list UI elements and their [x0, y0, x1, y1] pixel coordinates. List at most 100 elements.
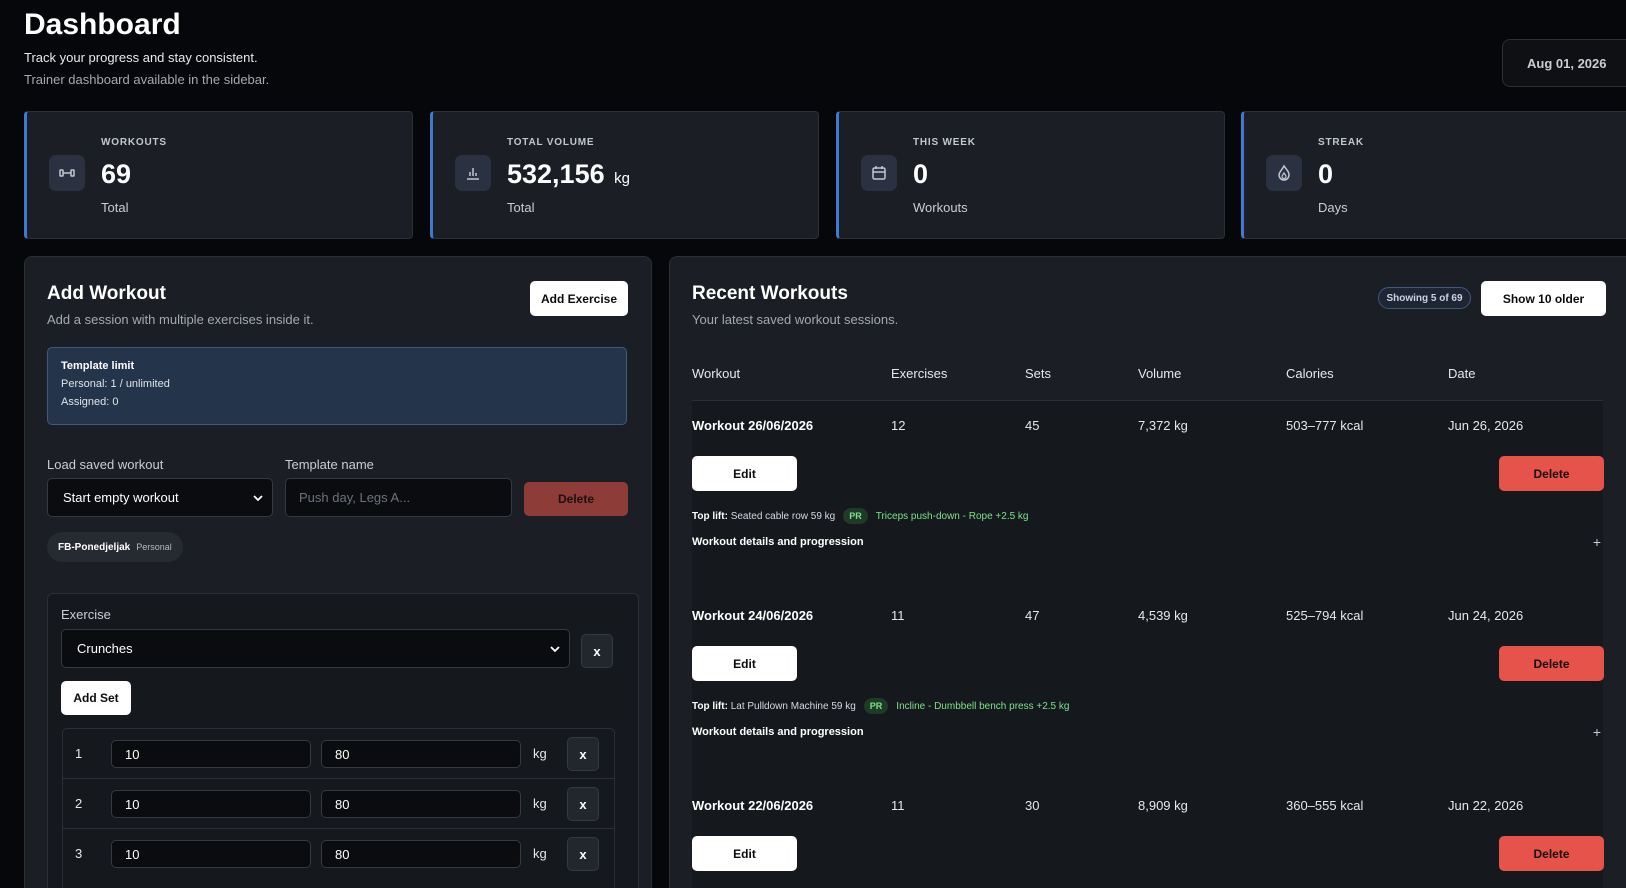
stat-label: THIS WEEK	[913, 137, 976, 148]
page-title: Dashboard	[24, 8, 181, 41]
remove-set-button[interactable]: x	[567, 787, 599, 821]
recent-workouts-title: Recent Workouts	[692, 283, 848, 304]
workout-name: Workout 22/06/2026	[692, 798, 814, 813]
workout-details-toggle[interactable]: Workout details and progression	[692, 726, 864, 738]
workout-volume: 8,909 kg	[1138, 798, 1188, 813]
col-calories: Calories	[1286, 366, 1334, 381]
stat-value: 0	[913, 159, 929, 189]
weight-input[interactable]: 80	[321, 840, 521, 868]
template-name-label: Template name	[285, 457, 374, 472]
workout-name: Workout 26/06/2026	[692, 418, 814, 433]
stat-card-total-volume: TOTAL VOLUME 532,156 kg Total	[430, 111, 819, 239]
workout-exercises: 12	[891, 418, 906, 433]
add-workout-title: Add Workout	[47, 283, 166, 304]
pr-badge: PR	[843, 508, 868, 524]
edit-workout-button[interactable]: Edit	[692, 836, 797, 871]
set-number: 2	[75, 796, 83, 811]
exercise-card: Exercise Crunches x Add Set 1 10 80 kg x…	[47, 593, 639, 888]
workout-sets: 47	[1025, 608, 1040, 623]
set-row: 3 10 80 kg x	[63, 829, 614, 879]
add-exercise-button[interactable]: Add Exercise	[530, 281, 628, 316]
set-row: 1 10 80 kg x	[63, 729, 614, 779]
remove-exercise-button[interactable]: x	[581, 634, 613, 668]
delete-template-button[interactable]: Delete	[524, 482, 628, 516]
pr-badge: PR	[863, 698, 889, 714]
stat-card-streak: STREAK 0 Days	[1241, 111, 1626, 239]
template-limit-personal: Personal: 1 / unlimited	[61, 378, 170, 390]
delete-workout-button[interactable]: Delete	[1499, 646, 1604, 681]
flame-icon	[1266, 155, 1302, 191]
stat-value: 69	[101, 159, 132, 189]
stat-sub: Total	[507, 200, 535, 215]
workout-row: Workout 22/06/2026 11 30 8,909 kg 360–55…	[692, 781, 1604, 888]
col-exercises: Exercises	[891, 366, 948, 381]
col-volume: Volume	[1138, 366, 1182, 381]
exercise-label: Exercise	[61, 607, 111, 622]
stat-value: 532,156 kg	[507, 159, 630, 189]
weight-input[interactable]: 80	[321, 790, 521, 818]
workout-calories: 525–794 kcal	[1286, 608, 1364, 623]
reps-input[interactable]: 10	[111, 790, 311, 818]
stat-sub: Days	[1318, 200, 1348, 215]
add-set-button[interactable]: Add Set	[61, 681, 131, 715]
chevron-down-icon	[253, 494, 263, 501]
workout-volume: 4,539 kg	[1138, 608, 1188, 623]
workout-date: Jun 22, 2026	[1448, 798, 1524, 813]
delete-workout-button[interactable]: Delete	[1499, 456, 1604, 491]
stat-sub: Workouts	[913, 200, 968, 215]
exercise-select[interactable]: Crunches	[61, 629, 570, 668]
weight-unit: kg	[533, 746, 547, 761]
workout-volume: 7,372 kg	[1138, 418, 1188, 433]
workout-exercises: 11	[891, 798, 905, 813]
stat-label: WORKOUTS	[101, 137, 167, 148]
workout-details-toggle[interactable]: Workout details and progression	[692, 536, 864, 548]
col-date: Date	[1448, 366, 1476, 381]
recent-workouts-subtitle: Your latest saved workout sessions.	[692, 312, 899, 327]
workout-calories: 503–777 kcal	[1286, 418, 1364, 433]
col-workout: Workout	[692, 366, 741, 381]
workout-date: Jun 24, 2026	[1448, 608, 1524, 623]
page-note: Trainer dashboard available in the sideb…	[24, 72, 270, 87]
workout-name: Workout 24/06/2026	[692, 608, 814, 623]
workout-row: Workout 24/06/2026 11 47 4,539 kg 525–79…	[692, 591, 1604, 781]
bar-chart-icon	[455, 155, 491, 191]
top-lift-line: Top lift: Seated cable row 59 kg PR Tric…	[692, 508, 1029, 524]
reps-input[interactable]: 10	[111, 740, 311, 768]
date-display[interactable]: Aug 01, 2026	[1502, 39, 1626, 87]
reps-input[interactable]: 10	[111, 840, 311, 868]
workout-sets: 30	[1025, 798, 1040, 813]
load-workout-select[interactable]: Start empty workout	[47, 478, 273, 517]
workout-exercises: 11	[891, 608, 905, 623]
expand-plus-icon[interactable]: +	[1593, 724, 1601, 740]
dumbbell-icon	[49, 155, 85, 191]
weight-unit: kg	[533, 846, 547, 861]
set-list: 1 10 80 kg x 2 10 80 kg x 3 10 80 kg x	[62, 728, 615, 888]
stat-card-this-week: THIS WEEK 0 Workouts	[836, 111, 1225, 239]
delete-workout-button[interactable]: Delete	[1499, 836, 1604, 871]
saved-template-chip[interactable]: FB-Ponedjeljak Personal	[47, 532, 183, 562]
template-limit-box: Template limit Personal: 1 / unlimited A…	[47, 347, 627, 425]
pr-text: Triceps push-down - Rope +2.5 kg	[875, 510, 1029, 522]
template-limit-assigned: Assigned: 0	[61, 396, 119, 408]
stat-label: TOTAL VOLUME	[507, 137, 595, 148]
calendar-icon	[861, 155, 897, 191]
load-workout-label: Load saved workout	[47, 457, 164, 472]
template-name-input[interactable]: Push day, Legs A...	[285, 478, 512, 517]
workout-date: Jun 26, 2026	[1448, 418, 1524, 433]
showing-count-badge: Showing 5 of 69	[1378, 287, 1471, 309]
workout-sets: 45	[1025, 418, 1040, 433]
remove-set-button[interactable]: x	[567, 737, 599, 771]
recent-workouts-panel: Recent Workouts Your latest saved workou…	[669, 256, 1626, 888]
edit-workout-button[interactable]: Edit	[692, 646, 797, 681]
stat-card-workouts: WORKOUTS 69 Total	[24, 111, 413, 239]
edit-workout-button[interactable]: Edit	[692, 456, 797, 491]
expand-plus-icon[interactable]: +	[1593, 534, 1601, 550]
pr-text: Incline - Dumbbell bench press +2.5 kg	[896, 700, 1070, 712]
workout-calories: 360–555 kcal	[1286, 798, 1364, 813]
stat-value: 0	[1318, 159, 1334, 189]
show-older-button[interactable]: Show 10 older	[1481, 281, 1606, 316]
remove-set-button[interactable]: x	[567, 837, 599, 871]
weight-input[interactable]: 80	[321, 740, 521, 768]
top-lift-line: Top lift: Lat Pulldown Machine 59 kg PR …	[692, 698, 1069, 714]
stat-label: STREAK	[1318, 137, 1364, 148]
